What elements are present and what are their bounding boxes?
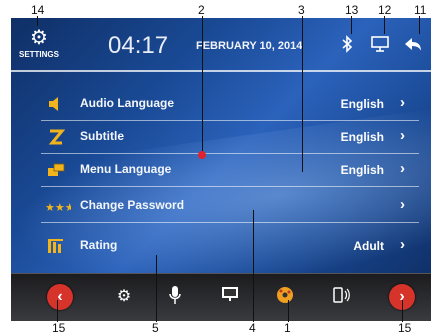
menu-language-icon	[47, 162, 65, 178]
setting-label: Audio Language	[80, 96, 174, 110]
callout-1: 1	[284, 321, 291, 335]
callout-line	[302, 16, 303, 172]
callout-line	[402, 300, 403, 322]
setting-row-subtitle[interactable]: Subtitle English ›	[41, 121, 419, 154]
setting-value: English	[340, 163, 384, 177]
microphone-icon[interactable]	[163, 285, 187, 309]
setting-value: English	[340, 97, 384, 111]
callout-13: 13	[345, 3, 359, 17]
callout-line	[57, 300, 58, 322]
callout-line	[202, 16, 203, 156]
subtitle-icon	[47, 129, 66, 145]
callout-line	[288, 300, 289, 322]
callout-line	[351, 16, 352, 34]
callout-line	[384, 16, 385, 34]
bluetooth-icon[interactable]	[336, 35, 358, 57]
display-icon[interactable]	[369, 35, 391, 57]
setting-label: Rating	[80, 238, 118, 252]
gear-icon: ⚙	[30, 27, 48, 49]
chevron-right-icon: ›	[400, 160, 405, 177]
previous-page-button[interactable]: ‹	[47, 284, 73, 310]
callout-line	[253, 210, 254, 322]
password-stars-icon: ★★★	[45, 199, 75, 215]
callout-14: 14	[31, 3, 45, 17]
callout-2: 2	[198, 3, 205, 17]
callout-line	[37, 16, 38, 26]
setting-label: Menu Language	[80, 162, 172, 176]
callout-15-left: 15	[52, 321, 66, 335]
callout-4: 4	[249, 321, 256, 335]
setting-row-audio-language[interactable]: Audio Language English ›	[41, 88, 419, 121]
callout-line	[419, 16, 420, 34]
callout-15-right: 15	[398, 321, 412, 335]
setting-row-rating[interactable]: Rating Adult ›	[41, 230, 419, 262]
gear-icon[interactable]: ⚙	[112, 285, 136, 309]
setting-value: English	[340, 130, 384, 144]
back-icon[interactable]	[402, 35, 424, 57]
callout-dot	[198, 151, 206, 159]
settings-label: SETTINGS	[18, 50, 59, 59]
settings-button[interactable]: ⚙ SETTINGS	[17, 28, 61, 64]
phone-icon[interactable]	[329, 285, 353, 309]
bottom-nav-bar: ‹ ⚙ ›	[11, 273, 431, 321]
chevron-right-icon: ›	[400, 127, 405, 144]
clock-time: 04:17	[108, 32, 169, 59]
chevron-right-icon: ›	[400, 94, 405, 111]
setting-label: Change Password	[80, 198, 185, 212]
setting-row-change-password[interactable]: ★★★ Change Password ›	[41, 190, 419, 223]
setting-value: Adult	[353, 239, 384, 253]
setting-label: Subtitle	[80, 129, 124, 143]
disc-icon[interactable]	[273, 285, 297, 309]
setting-row-menu-language[interactable]: Menu Language English ›	[41, 154, 419, 187]
date-display: FEBRUARY 10, 2014	[196, 40, 303, 52]
chevron-right-icon: ›	[400, 236, 405, 253]
top-bar: ⚙ SETTINGS 04:17 FEBRUARY 10, 2014	[11, 18, 431, 72]
callout-3: 3	[298, 3, 305, 17]
callout-12: 12	[378, 3, 392, 17]
dvd-settings-screen: ⚙ SETTINGS 04:17 FEBRUARY 10, 2014 Audio…	[11, 18, 431, 321]
callout-5: 5	[152, 321, 159, 335]
display-icon[interactable]	[218, 285, 242, 309]
callout-11: 11	[414, 3, 427, 17]
speaker-icon	[47, 96, 65, 112]
chevron-right-icon: ›	[400, 196, 405, 213]
svg-text:★★★: ★★★	[45, 202, 71, 212]
callout-line	[156, 255, 157, 322]
rating-bars-icon	[47, 238, 65, 254]
